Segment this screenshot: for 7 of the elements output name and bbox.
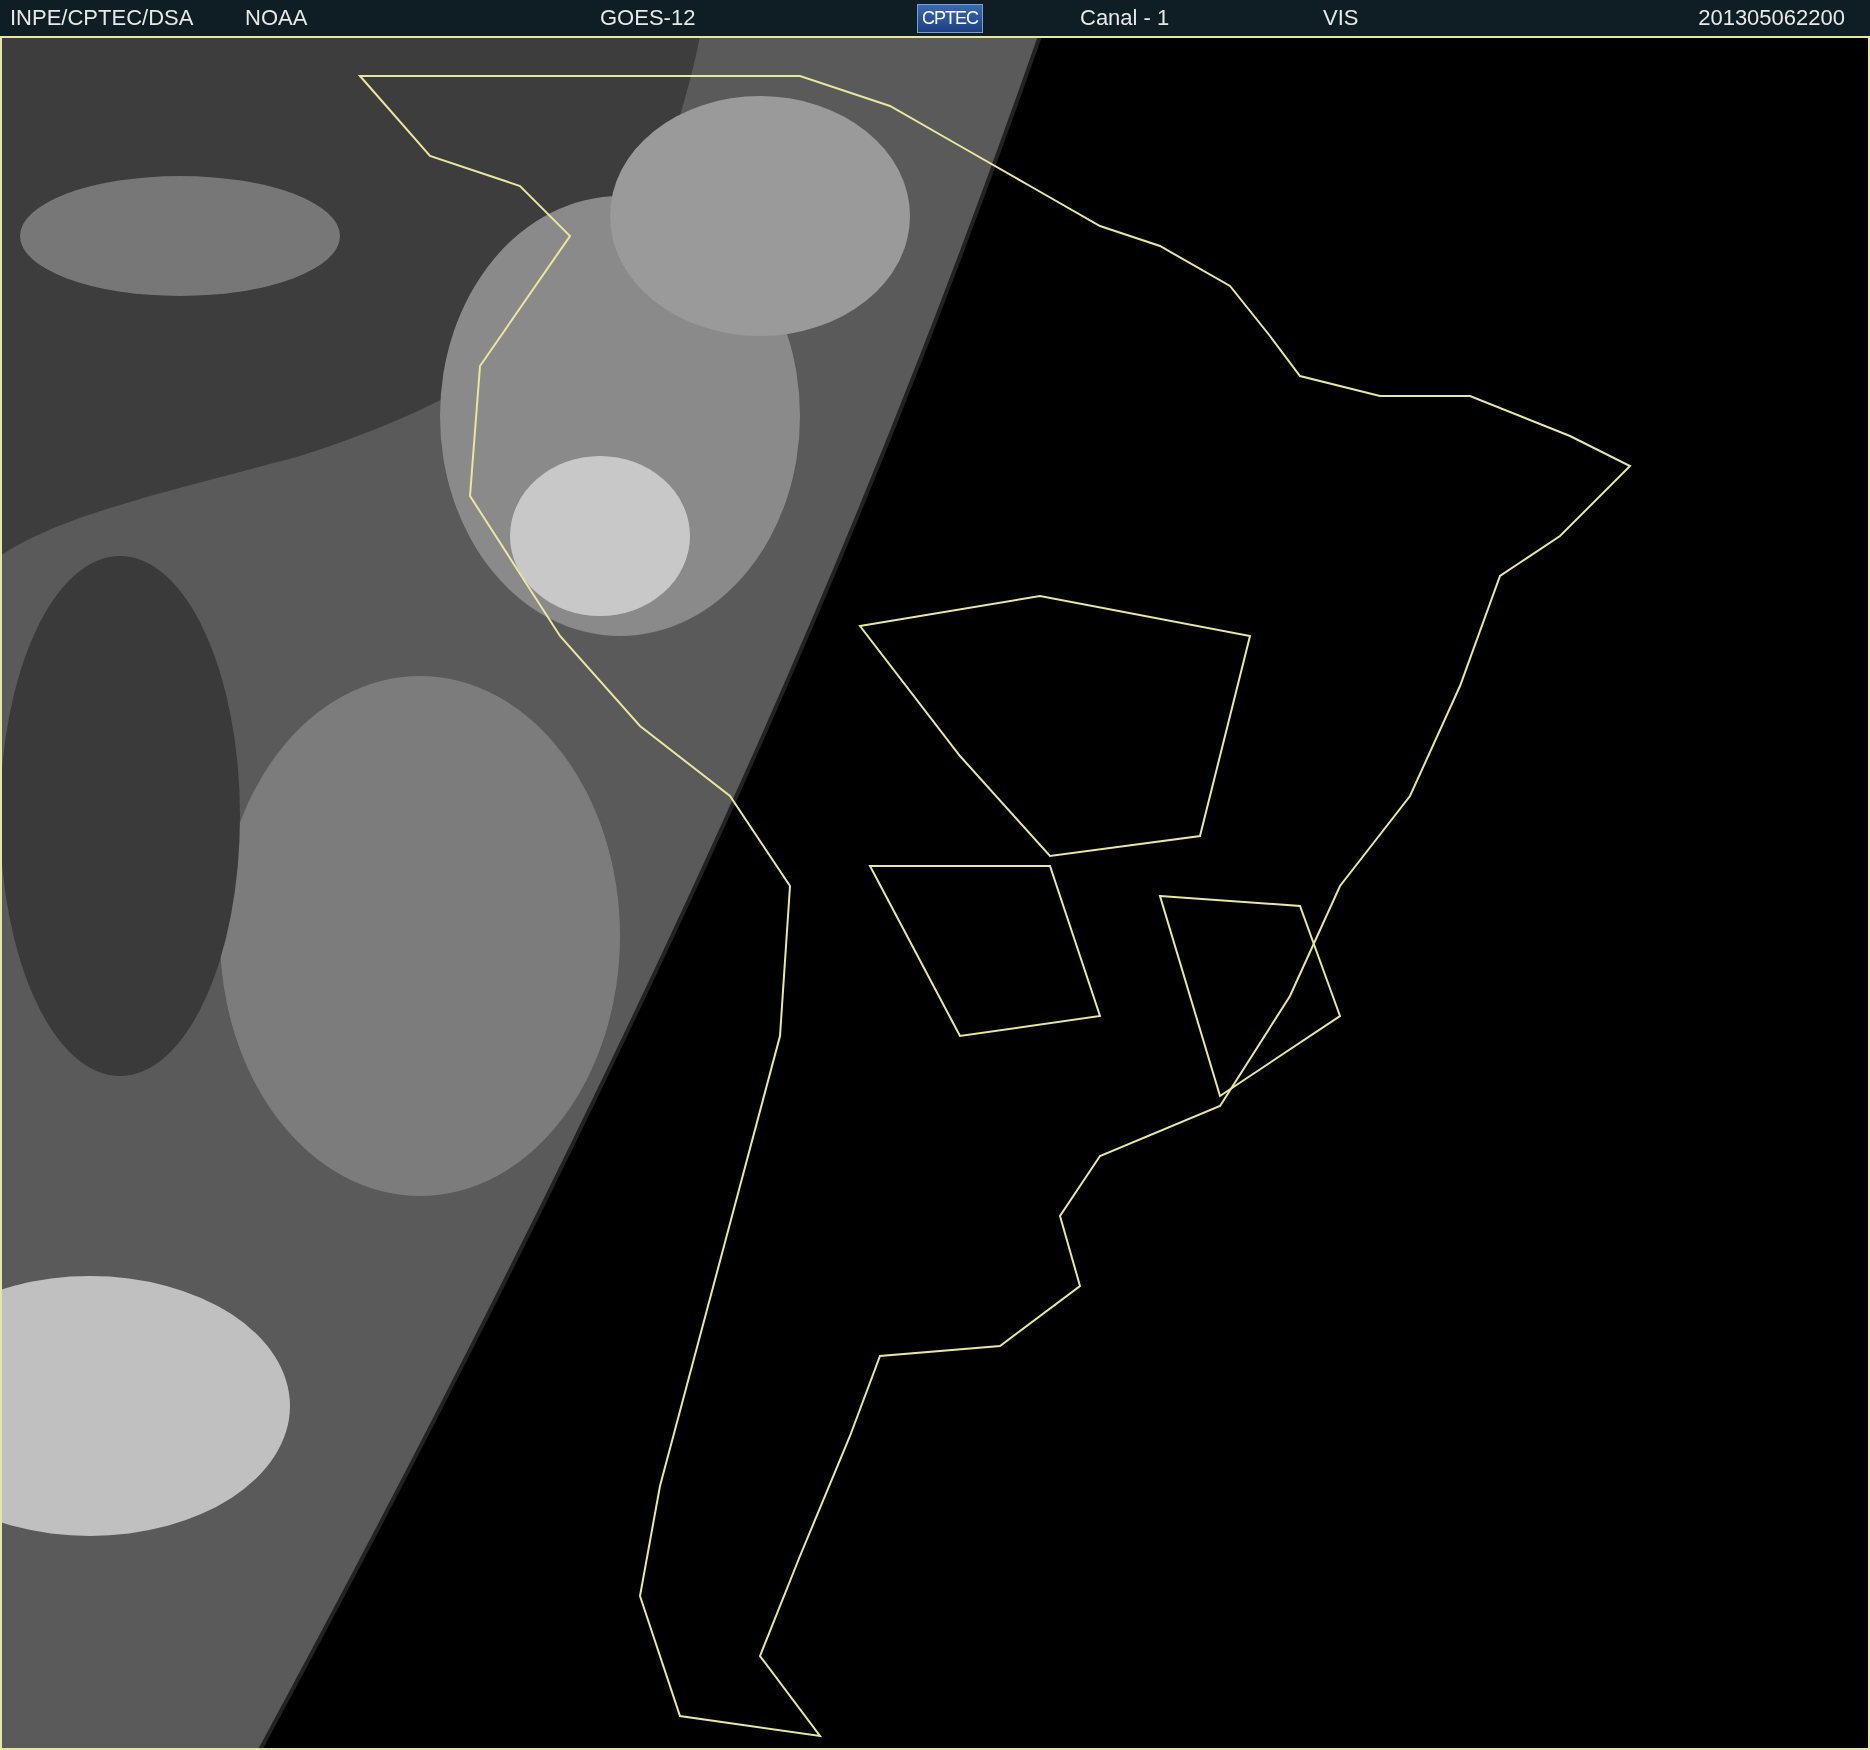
band-label: VIS (1323, 5, 1359, 31)
timestamp-label: 201305062200 (1698, 5, 1845, 31)
channel-label: Canal - 1 (1080, 5, 1170, 31)
source-label: INPE/CPTEC/DSA (10, 5, 194, 31)
satellite-label: GOES-12 (600, 5, 696, 31)
agency-label: NOAA (245, 5, 308, 31)
logo: CPTEC (917, 3, 983, 33)
